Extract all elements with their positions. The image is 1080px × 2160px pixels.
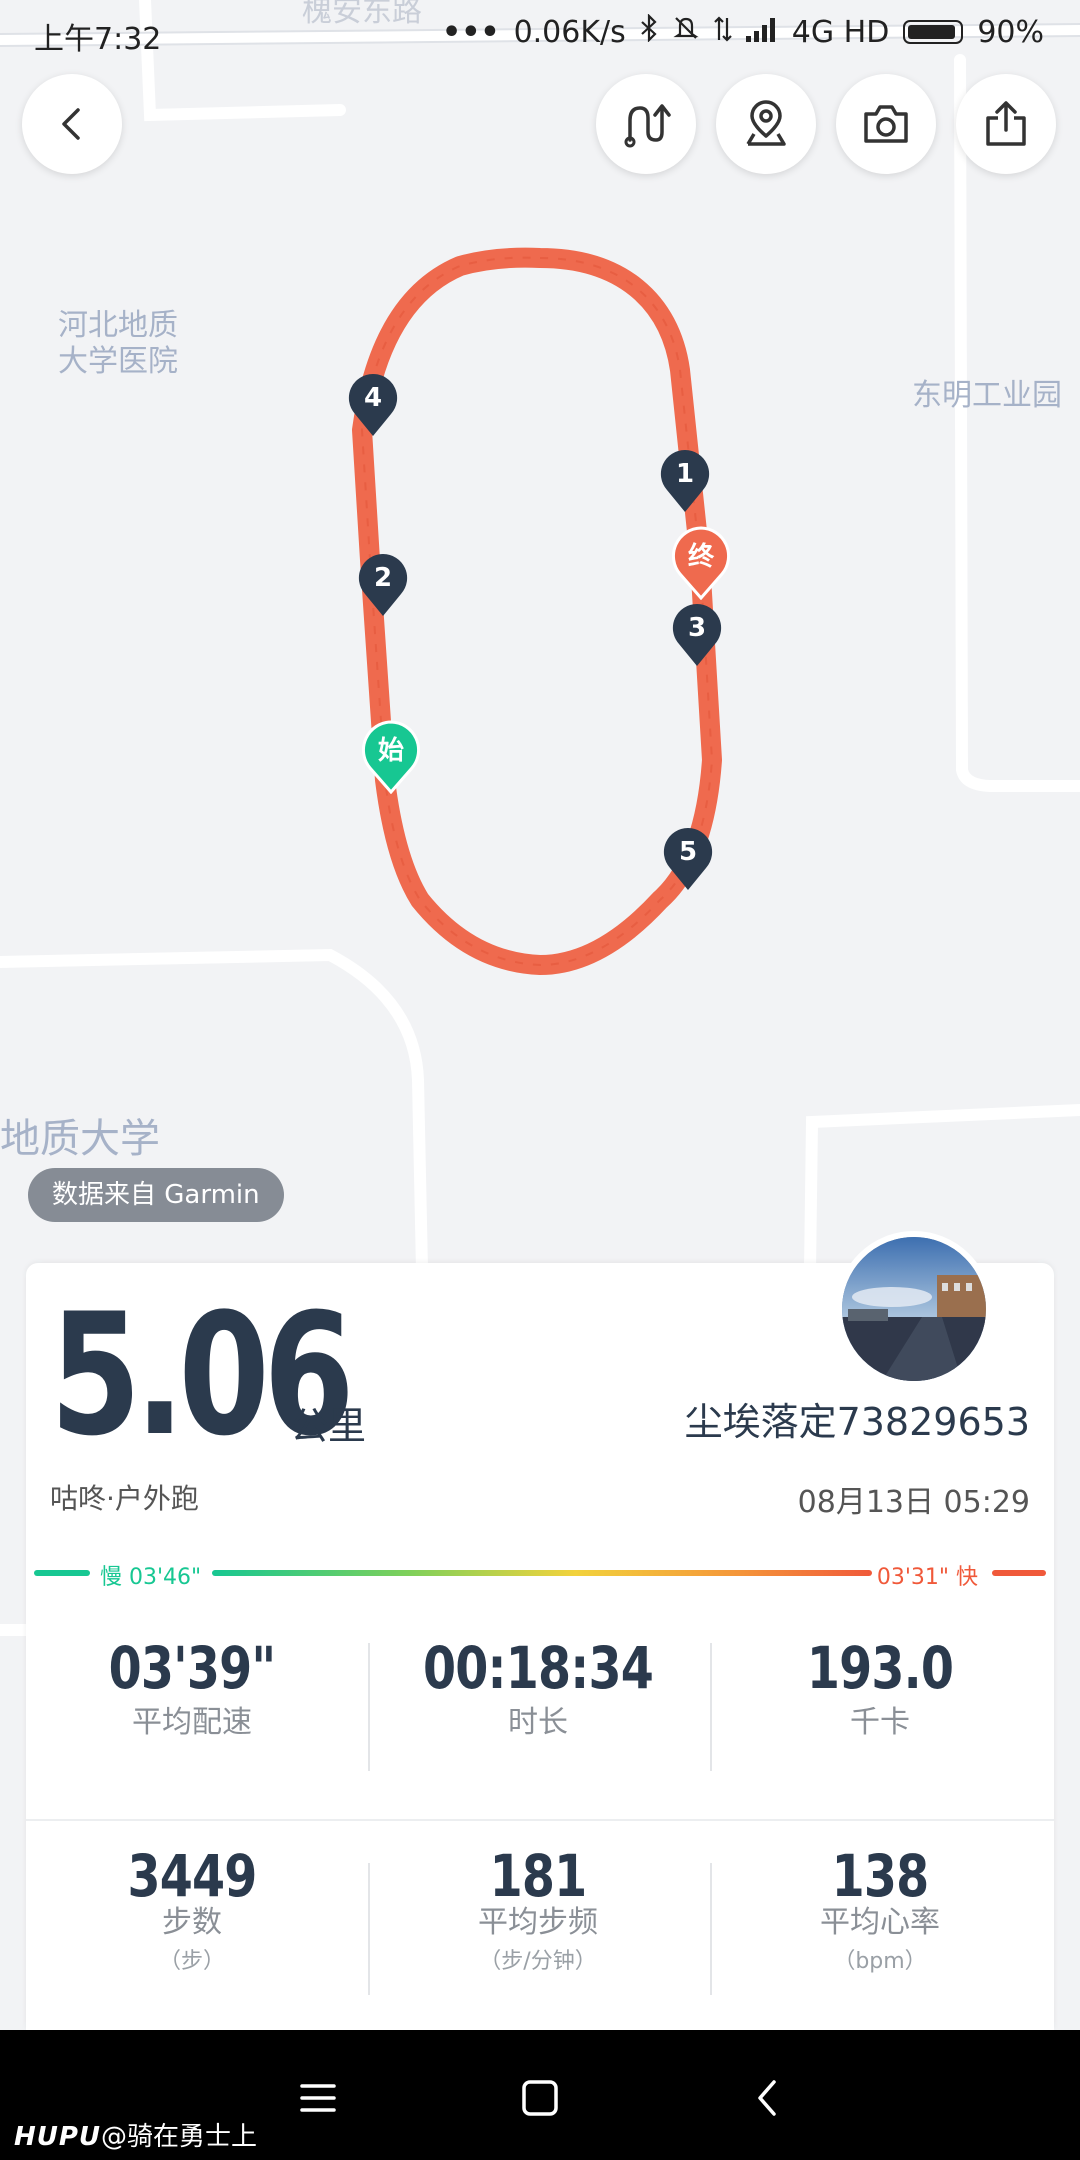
split-marker-2[interactable]: 2 xyxy=(357,552,409,618)
pace-range-bar: 慢 03'46" 03'31" 快 xyxy=(34,1553,1046,1593)
camera-icon xyxy=(864,105,908,143)
activity-date: 08月13日 05:29 xyxy=(797,1485,1030,1520)
network-speed: 0.06K/s xyxy=(513,14,626,50)
data-source-badge: 数据来自 Garmin xyxy=(28,1168,284,1222)
start-marker[interactable]: 始 xyxy=(361,720,421,794)
watermark-handle: @骑在勇士上 xyxy=(101,2122,258,2152)
location-button[interactable] xyxy=(716,74,816,174)
more-icon: ••• xyxy=(442,14,500,50)
running-route xyxy=(352,247,722,975)
bluetooth-icon xyxy=(640,13,658,50)
stat-cadence: 181 平均步频 （步/分钟） xyxy=(368,1841,708,1979)
stat-steps: 3449 步数 （步） xyxy=(22,1841,362,1979)
data-transfer-icon xyxy=(714,15,732,50)
battery-icon xyxy=(903,20,964,44)
stat-value: 193.0 xyxy=(806,1634,954,1702)
stat-value: 181 xyxy=(489,1842,588,1910)
navigation-bar: HUPU@骑在勇士上 xyxy=(0,2030,1080,2160)
home-icon xyxy=(522,2080,558,2116)
divider xyxy=(26,1819,1054,1821)
stat-heart-rate: 138 平均心率 （bpm） xyxy=(710,1841,1050,1979)
back-icon xyxy=(62,108,80,140)
pace-fast-label: 03'31" 快 xyxy=(876,1565,978,1590)
pace-slow-label: 慢 03'46" xyxy=(100,1565,202,1590)
summary-card: 5.06 公里 尘埃落定73829653 咕咚·户外跑 08月13日 05:29 xyxy=(26,1231,1054,2030)
menu-icon xyxy=(300,2084,336,2112)
home-button[interactable] xyxy=(518,2078,562,2118)
avatar-photo xyxy=(842,1237,986,1381)
stat-duration: 00:18:34 时长 xyxy=(368,1633,708,1743)
status-bar: 上午7:32 ••• 0.06K/s 4G HD 90% xyxy=(0,0,1080,64)
split-marker-1[interactable]: 1 xyxy=(659,448,711,514)
stat-value: 138 xyxy=(831,1842,930,1910)
username: 尘埃落定73829653 xyxy=(684,1400,1030,1444)
watermark: HUPU@骑在勇士上 xyxy=(14,2116,257,2153)
location-pin-icon xyxy=(746,100,786,146)
camera-button[interactable] xyxy=(836,74,936,174)
stat-value: 03'39" xyxy=(108,1634,277,1702)
share-icon xyxy=(986,101,1026,146)
stat-label: 千卡 xyxy=(850,1705,910,1740)
stat-unit: （bpm） xyxy=(833,1949,927,1974)
back-button[interactable] xyxy=(22,74,122,174)
battery-level: 90% xyxy=(977,14,1044,50)
activity-type: 咕咚·户外跑 xyxy=(50,1482,199,1515)
status-time: 上午7:32 xyxy=(34,22,162,57)
network-type: 4G HD xyxy=(791,14,890,50)
map-label-hospital: 河北地质 大学医院 xyxy=(58,308,178,379)
signal-icon xyxy=(745,15,778,50)
split-marker-4[interactable]: 4 xyxy=(347,372,399,438)
route-replay-icon xyxy=(624,104,671,148)
stat-calories: 193.0 千卡 xyxy=(710,1633,1050,1743)
stat-unit: （步/分钟） xyxy=(479,1949,597,1974)
map-label-university: 地质大学 xyxy=(0,1116,160,1162)
route-replay-button[interactable] xyxy=(596,74,696,174)
stat-value: 3449 xyxy=(127,1842,257,1910)
system-back-button[interactable] xyxy=(748,2078,788,2118)
distance-unit: 公里 xyxy=(290,1404,367,1448)
watermark-brand: HUPU xyxy=(14,2122,102,2152)
stat-label: 时长 xyxy=(508,1705,568,1740)
menu-button[interactable] xyxy=(296,2080,340,2116)
back-arrow-icon xyxy=(758,2080,776,2116)
stat-value: 00:18:34 xyxy=(422,1634,654,1702)
split-marker-5[interactable]: 5 xyxy=(662,826,714,892)
stat-avg-pace: 03'39" 平均配速 xyxy=(22,1633,362,1743)
stat-label: 平均配速 xyxy=(132,1705,252,1740)
mute-icon xyxy=(672,14,700,50)
split-marker-3[interactable]: 3 xyxy=(671,602,723,668)
share-button[interactable] xyxy=(956,74,1056,174)
stat-unit: （步） xyxy=(158,1949,225,1974)
map-label-industrial-park: 东明工业园 xyxy=(912,378,1062,413)
avatar[interactable] xyxy=(836,1231,992,1387)
end-marker[interactable]: 终 xyxy=(671,526,731,600)
